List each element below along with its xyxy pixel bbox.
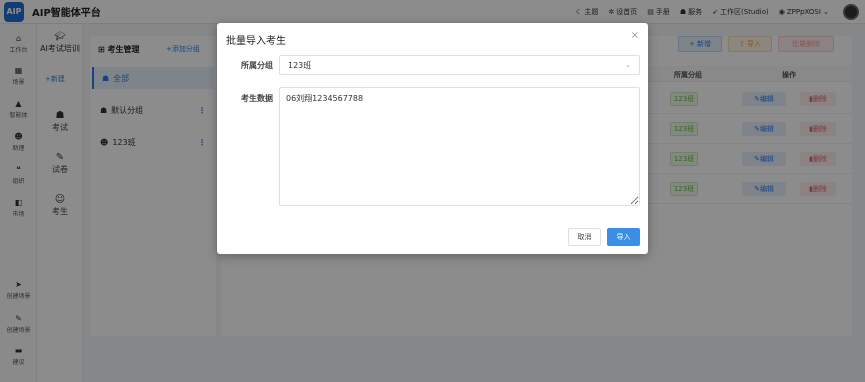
examinee-data-textarea[interactable]: 06刘翔1234567788 <box>279 87 640 206</box>
data-field-label: 考生数据 <box>241 94 273 103</box>
dialog-title: 批量导入考生 <box>226 36 286 47</box>
chevron-down-icon: ⌄ <box>625 61 631 69</box>
close-icon[interactable]: × <box>631 30 639 41</box>
group-select[interactable]: 123班 ⌄ <box>279 55 640 75</box>
import-confirm-button[interactable]: 导入 <box>607 228 640 246</box>
group-select-value: 123班 <box>288 60 312 70</box>
cancel-button[interactable]: 取消 <box>568 228 601 246</box>
batch-import-dialog: 批量导入考生 × 所属分组 123班 ⌄ 考生数据 06刘翔1234567788… <box>217 23 648 254</box>
group-field-label: 所属分组 <box>241 61 273 70</box>
